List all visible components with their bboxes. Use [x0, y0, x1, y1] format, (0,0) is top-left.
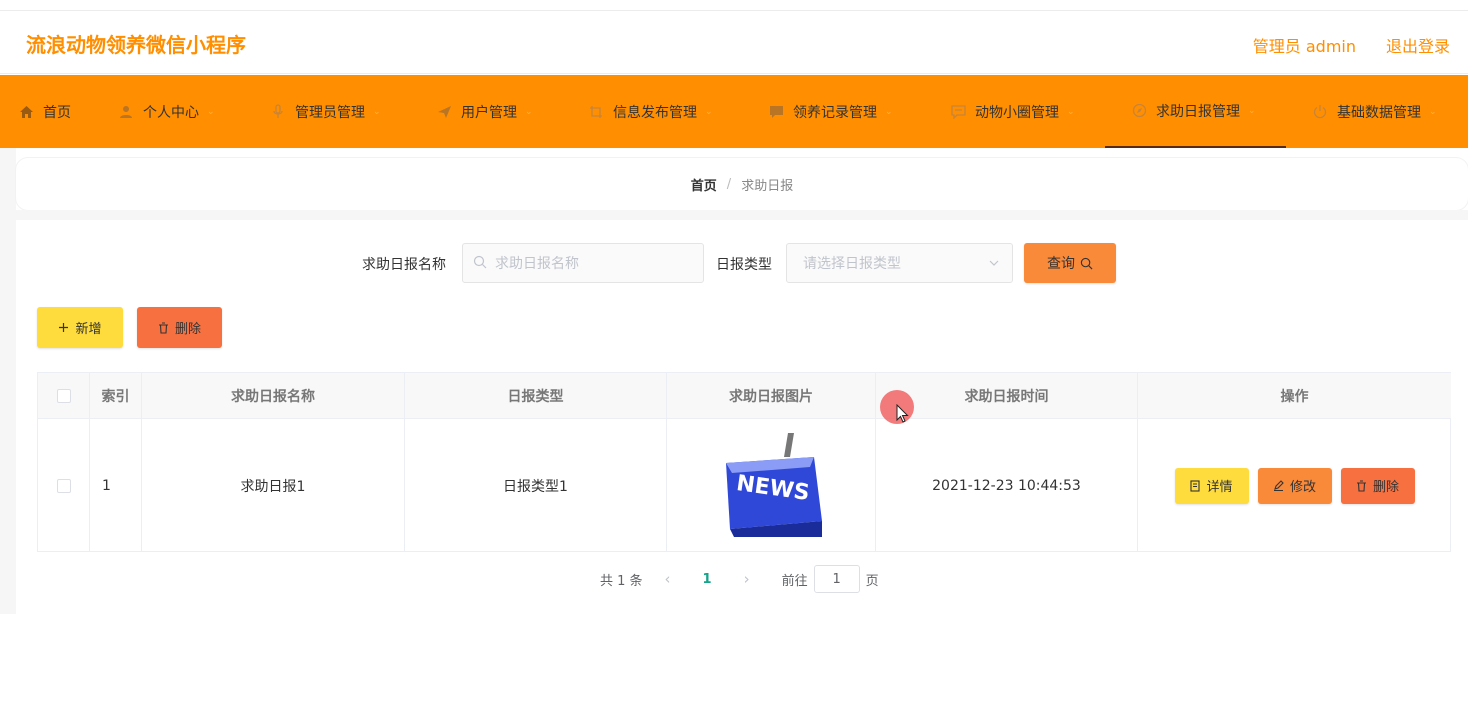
nav-item-help-daily-management[interactable]: 求助日报管理 ⌄ [1105, 75, 1286, 148]
chevron-down-icon: ⌄ [885, 106, 893, 117]
pagination-total: 共 1 条 [600, 573, 643, 589]
breadcrumb: 首页 / 求助日报 [16, 158, 1468, 210]
breadcrumb-separator: / [726, 176, 732, 192]
row-checkbox[interactable] [56, 478, 71, 493]
search-icon [1080, 257, 1093, 270]
chevron-down-icon: ⌄ [1067, 106, 1075, 117]
select-all-checkbox[interactable] [56, 388, 71, 403]
column-header: 求助日报时间 [876, 373, 1138, 419]
nav-item-label: 用户管理 [461, 104, 517, 121]
nav-item-admin-management[interactable]: 管理员管理 ⌄ [270, 75, 381, 148]
edit-button[interactable]: 修改 [1257, 467, 1332, 504]
type-filter-label: 日报类型 [716, 257, 772, 273]
bulk-delete-button[interactable]: 删除 [137, 307, 222, 348]
mouse-pointer-icon [896, 404, 909, 423]
cell-image: NEWS [667, 419, 876, 552]
compass-icon [1131, 103, 1147, 119]
add-button[interactable]: 新增 [37, 307, 123, 348]
cell-time: 2021-12-23 10:44:53 [876, 419, 1138, 552]
news-image[interactable]: NEWS [718, 432, 824, 539]
type-select[interactable]: 请选择日报类型 [786, 243, 1013, 283]
nav-item-label: 动物小圈管理 [975, 104, 1059, 121]
cell-operations: 详情 修改 删除 [1138, 419, 1451, 552]
page-gutter [0, 148, 16, 614]
prev-page-button[interactable]: ‹ [665, 570, 671, 588]
crop-icon [588, 104, 604, 120]
nav-item-user-management[interactable]: 用户管理 ⌄ [436, 75, 533, 148]
query-button-label: 查询 [1047, 256, 1075, 272]
column-header: 操作 [1138, 373, 1451, 419]
user-icon [118, 104, 134, 120]
help-daily-table: 索引 求助日报名称 日报类型 求助日报图片 求助日报时间 操作 1 求助日报1 … [37, 372, 1451, 552]
trash-icon [1356, 479, 1367, 492]
page-suffix: 页 [865, 573, 879, 589]
chevron-down-icon: ⌄ [207, 106, 215, 117]
top-header: 流浪动物领养微信小程序 管理员 admin 退出登录 [0, 10, 1468, 74]
nav-item-base-data-management[interactable]: 基础数据管理 ⌄ [1312, 75, 1437, 148]
microphone-icon [270, 104, 286, 120]
type-select-placeholder: 请选择日报类型 [803, 256, 901, 272]
nav-item-label: 管理员管理 [295, 104, 365, 121]
nav-item-label: 信息发布管理 [613, 104, 697, 121]
nav-item-label: 个人中心 [143, 104, 199, 121]
power-icon [1312, 104, 1328, 120]
search-icon [473, 255, 489, 271]
nav-item-animal-circle-management[interactable]: 动物小圈管理 ⌄ [950, 75, 1075, 148]
name-filter-label: 求助日报名称 [362, 257, 446, 273]
nav-item-label: 领养记录管理 [793, 104, 877, 121]
next-page-button[interactable]: › [744, 570, 750, 588]
nav-item-adoption-records-management[interactable]: 领养记录管理 ⌄ [768, 75, 893, 148]
column-header: 索引 [90, 373, 142, 419]
main-nav: 首页 个人中心 ⌄ 管理员管理 ⌄ 用户管理 ⌄ 信息发布管理 ⌄ 领养记录管理… [0, 75, 1468, 148]
trash-icon [158, 321, 169, 334]
nav-item-label: 首页 [43, 104, 71, 121]
chevron-down-icon [988, 257, 1000, 273]
send-icon [436, 104, 452, 120]
nav-item-label: 求助日报管理 [1156, 103, 1240, 120]
chevron-down-icon: ⌄ [1248, 105, 1256, 116]
name-search-placeholder: 求助日报名称 [495, 256, 579, 272]
section-divider [16, 210, 1468, 220]
document-icon [1190, 479, 1201, 492]
nav-item-personal-center[interactable]: 个人中心 ⌄ [118, 75, 215, 148]
row-select-cell [38, 419, 90, 552]
nav-item-home[interactable]: 首页 [18, 75, 71, 148]
logout-link[interactable]: 退出登录 [1386, 33, 1450, 57]
pagination: 共 1 条 ‹ 1 › 前往 1 页 [600, 565, 879, 593]
cell-index: 1 [90, 419, 142, 552]
detail-button-label: 详情 [1206, 480, 1233, 495]
chevron-down-icon: ⌄ [705, 106, 713, 117]
nav-item-info-publish-management[interactable]: 信息发布管理 ⌄ [588, 75, 713, 148]
column-header: 日报类型 [405, 373, 667, 419]
chevron-down-icon: ⌄ [1429, 106, 1437, 117]
goto-label: 前往 [781, 573, 808, 589]
plus-icon [58, 322, 69, 333]
name-search-input[interactable]: 求助日报名称 [462, 243, 704, 283]
chevron-down-icon: ⌄ [525, 106, 533, 117]
edit-icon [1273, 480, 1284, 491]
message-icon [950, 104, 966, 120]
goto-page-input[interactable]: 1 [813, 565, 860, 593]
header-select-all [38, 373, 90, 419]
bulk-delete-button-label: 删除 [174, 322, 201, 337]
breadcrumb-current: 求助日报 [741, 178, 794, 194]
add-button-label: 新增 [75, 322, 102, 337]
cell-type: 日报类型1 [405, 419, 667, 552]
row-delete-button[interactable]: 删除 [1340, 467, 1415, 504]
page-number-current[interactable]: 1 [703, 572, 712, 587]
chevron-down-icon: ⌄ [373, 106, 381, 117]
chat-icon [768, 104, 784, 120]
cell-name: 求助日报1 [142, 419, 405, 552]
row-delete-button-label: 删除 [1372, 480, 1399, 495]
query-button[interactable]: 查询 [1024, 243, 1116, 283]
detail-button[interactable]: 详情 [1174, 467, 1249, 504]
app-title: 流浪动物领养微信小程序 [26, 33, 246, 57]
column-header: 求助日报图片 [667, 373, 876, 419]
nav-item-label: 基础数据管理 [1337, 104, 1421, 121]
edit-button-label: 修改 [1289, 480, 1316, 495]
current-user-label: 管理员 admin [1252, 37, 1356, 56]
breadcrumb-home[interactable]: 首页 [691, 175, 717, 194]
column-header: 求助日报名称 [142, 373, 405, 419]
home-icon [18, 104, 34, 120]
